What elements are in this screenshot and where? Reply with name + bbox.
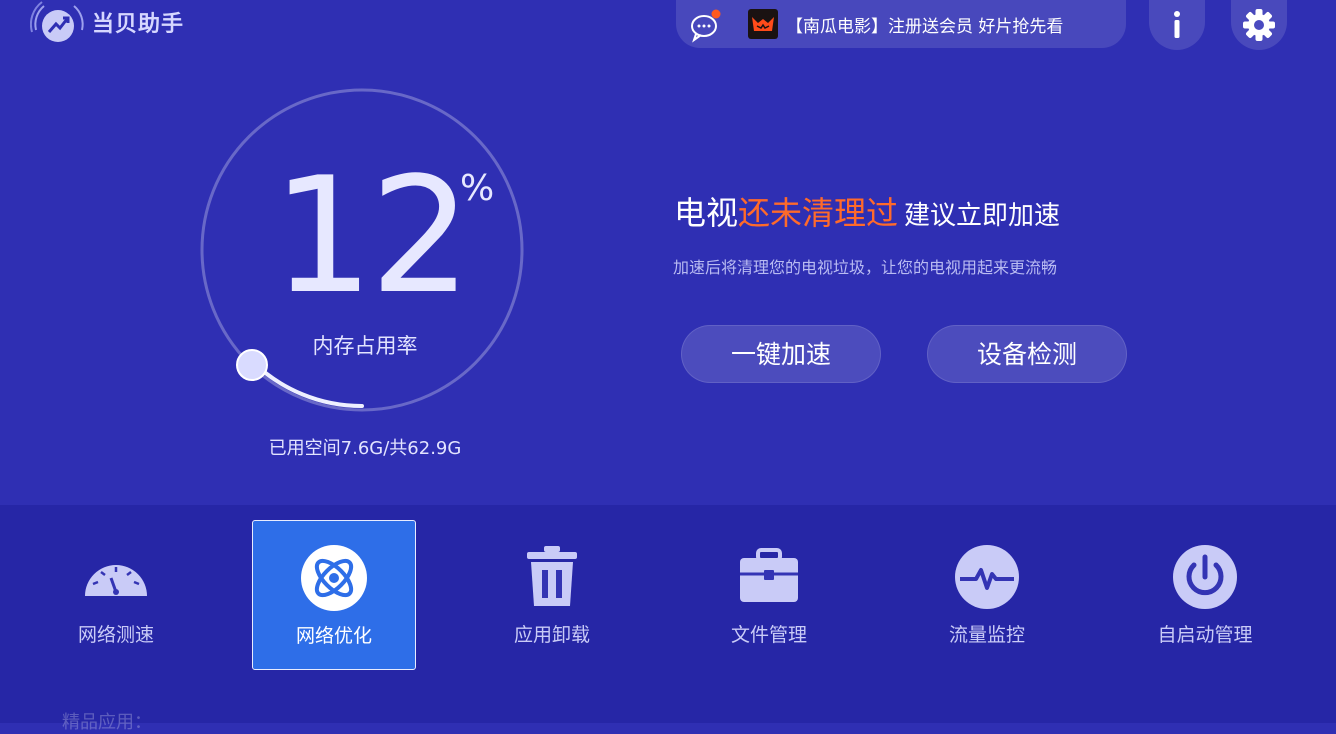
headline-highlight: 还未清理过 [738,194,899,232]
status-headline: 电视还未清理过 建议立即加速 [674,188,1060,234]
trash-icon [519,544,585,610]
app-name: 当贝助手 [92,12,185,37]
tool-label: 自启动管理 [1157,624,1253,646]
rocket-signal-icon [29,0,88,44]
speedup-button[interactable]: 一键加速 [681,325,881,383]
memory-usage-label: 内存占用率 [312,334,418,358]
tool-label: 网络优化 [295,625,372,647]
app-logo: 当贝助手 [29,0,185,44]
tool-label: 流量监控 [948,624,1025,646]
gear-icon [1243,9,1275,41]
tool-label: 文件管理 [730,624,807,646]
status-subtitle: 加速后将清理您的电视垃圾，让您的电视用起来更流畅 [673,258,1058,277]
headline-prefix: 电视 [674,194,739,232]
memory-percent-value: 12 [272,142,472,329]
storage-usage-text: 已用空间7.6G/共62.9G [268,438,462,459]
power-icon [1172,544,1238,610]
pumpkin-movie-icon [748,9,778,39]
tool-app-uninstall[interactable]: 应用卸载 [470,520,634,670]
pulse-icon [954,544,1020,610]
top-bar: 当贝助手 【南瓜电影】注册送会员 好片抢先看 [0,0,1336,60]
tool-file-management[interactable]: 文件管理 [687,520,851,670]
featured-apps-title: 精品应用： [62,712,152,733]
message-icon[interactable] [686,4,726,44]
tool-network-optimize[interactable]: 网络优化 [252,520,416,670]
promo-notice-bar[interactable]: 【南瓜电影】注册送会员 好片抢先看 [676,0,1126,48]
info-icon [1174,11,1180,38]
tool-autostart-management[interactable]: 自启动管理 [1123,520,1287,670]
promo-text: 【南瓜电影】注册送会员 好片抢先看 [786,16,1064,37]
tool-traffic-monitor[interactable]: 流量监控 [905,520,1069,670]
info-button[interactable] [1149,0,1205,50]
tool-label: 应用卸载 [513,624,590,646]
speedometer-icon [83,544,149,610]
headline-suffix: 建议立即加速 [904,201,1061,231]
atom-icon [301,545,367,611]
tool-label: 网络测速 [77,624,154,646]
device-detect-button[interactable]: 设备检测 [927,325,1127,383]
tool-network-speed-test[interactable]: 网络测速 [34,520,198,670]
toolbox-icon [736,544,802,610]
percent-sign: % [460,168,495,209]
settings-button[interactable] [1231,0,1287,50]
